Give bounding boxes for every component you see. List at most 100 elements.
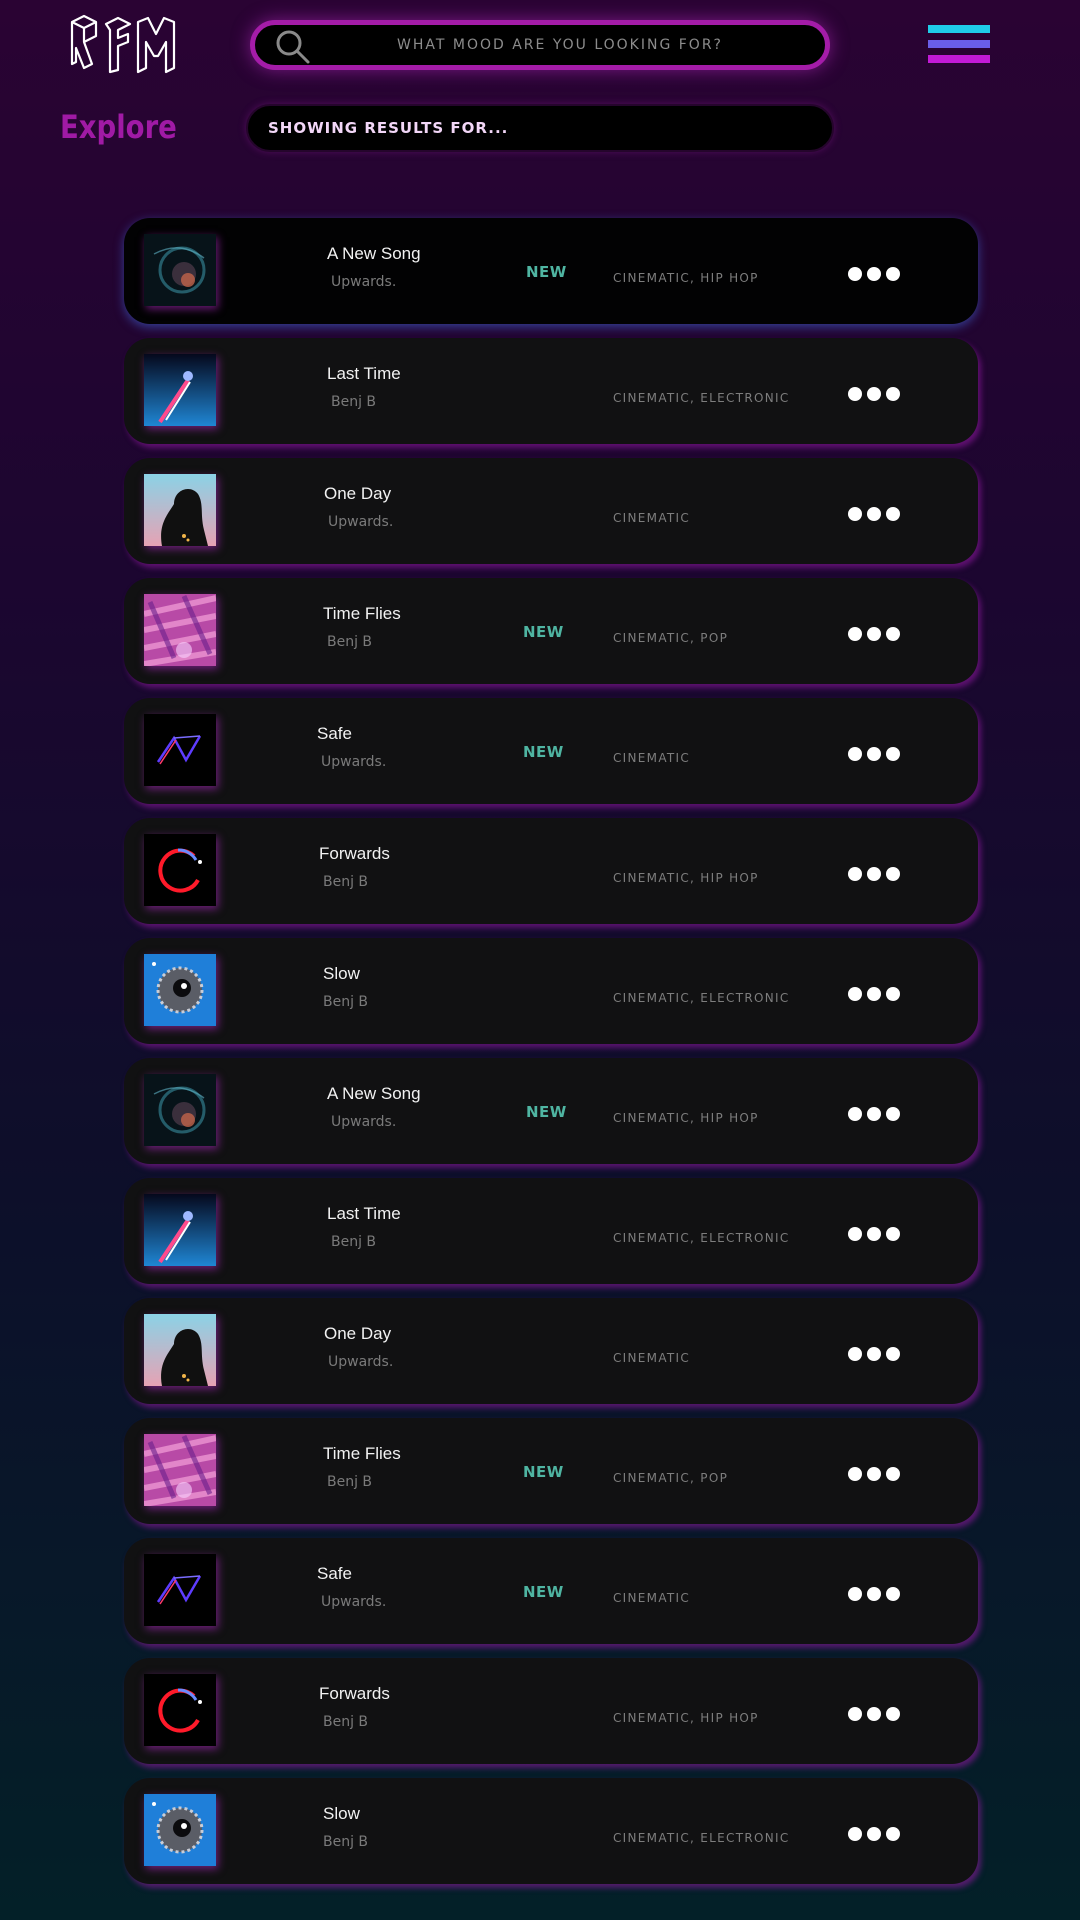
- more-options-icon[interactable]: [848, 1107, 900, 1121]
- track-row[interactable]: Safe Upwards. NEW CINEMATIC: [124, 698, 978, 804]
- more-options-icon[interactable]: [848, 867, 900, 881]
- track-title[interactable]: Last Time: [327, 364, 401, 384]
- dot: [848, 267, 862, 281]
- track-title[interactable]: One Day: [324, 484, 391, 504]
- track-artist[interactable]: Upwards.: [331, 274, 396, 290]
- track-row[interactable]: Slow Benj B CINEMATIC, ELECTRONIC: [124, 1778, 978, 1884]
- track-genres: CINEMATIC, ELECTRONIC: [613, 1231, 790, 1245]
- track-row[interactable]: Time Flies Benj B NEW CINEMATIC, POP: [124, 578, 978, 684]
- dot: [848, 1707, 862, 1721]
- hamburger-menu-icon[interactable]: [928, 25, 990, 73]
- track-artist[interactable]: Benj B: [323, 874, 368, 890]
- album-cover[interactable]: [144, 1794, 216, 1866]
- more-options-icon[interactable]: [848, 987, 900, 1001]
- album-cover[interactable]: [144, 1674, 216, 1746]
- album-cover[interactable]: [144, 1194, 216, 1266]
- album-cover[interactable]: [144, 594, 216, 666]
- track-artist[interactable]: Benj B: [327, 634, 372, 650]
- album-cover[interactable]: [144, 714, 216, 786]
- album-cover[interactable]: [144, 234, 216, 306]
- track-title[interactable]: A New Song: [327, 1084, 421, 1104]
- more-options-icon[interactable]: [848, 1827, 900, 1841]
- track-title[interactable]: Safe: [317, 724, 352, 744]
- dot: [886, 867, 900, 881]
- track-row[interactable]: One Day Upwards. CINEMATIC: [124, 1298, 978, 1404]
- track-artist[interactable]: Benj B: [323, 1714, 368, 1730]
- track-title[interactable]: Time Flies: [323, 1444, 401, 1464]
- track-artist[interactable]: Upwards.: [328, 514, 393, 530]
- track-title[interactable]: Time Flies: [323, 604, 401, 624]
- track-title[interactable]: Slow: [323, 1804, 360, 1824]
- track-title[interactable]: Slow: [323, 964, 360, 984]
- album-cover[interactable]: [144, 1434, 216, 1506]
- track-genres: CINEMATIC, ELECTRONIC: [613, 391, 790, 405]
- album-cover[interactable]: [144, 1074, 216, 1146]
- track-genres: CINEMATIC: [613, 1351, 691, 1365]
- track-genres: CINEMATIC, POP: [613, 1471, 729, 1485]
- track-artist[interactable]: Benj B: [327, 1474, 372, 1490]
- more-options-icon[interactable]: [848, 1227, 900, 1241]
- new-badge: NEW: [526, 1103, 567, 1121]
- more-options-icon[interactable]: [848, 1467, 900, 1481]
- more-options-icon[interactable]: [848, 507, 900, 521]
- track-artist[interactable]: Benj B: [331, 394, 376, 410]
- track-row[interactable]: Slow Benj B CINEMATIC, ELECTRONIC: [124, 938, 978, 1044]
- track-artist[interactable]: Benj B: [323, 994, 368, 1010]
- track-artist[interactable]: Upwards.: [328, 1354, 393, 1370]
- track-row[interactable]: Safe Upwards. NEW CINEMATIC: [124, 1538, 978, 1644]
- album-cover[interactable]: [144, 354, 216, 426]
- search-input[interactable]: [325, 25, 795, 65]
- track-row[interactable]: Last Time Benj B CINEMATIC, ELECTRONIC: [124, 1178, 978, 1284]
- app-logo[interactable]: [70, 14, 180, 74]
- track-title[interactable]: Forwards: [319, 1684, 390, 1704]
- track-row[interactable]: Time Flies Benj B NEW CINEMATIC, POP: [124, 1418, 978, 1524]
- track-row[interactable]: Forwards Benj B CINEMATIC, HIP HOP: [124, 818, 978, 924]
- track-title[interactable]: One Day: [324, 1324, 391, 1344]
- track-row[interactable]: Last Time Benj B CINEMATIC, ELECTRONIC: [124, 338, 978, 444]
- track-title[interactable]: Safe: [317, 1564, 352, 1584]
- more-options-icon[interactable]: [848, 387, 900, 401]
- dot: [848, 1827, 862, 1841]
- track-artist[interactable]: Upwards.: [331, 1114, 396, 1130]
- track-title[interactable]: A New Song: [327, 244, 421, 264]
- track-artist[interactable]: Upwards.: [321, 1594, 386, 1610]
- track-row[interactable]: Forwards Benj B CINEMATIC, HIP HOP: [124, 1658, 978, 1764]
- new-badge: NEW: [523, 1583, 564, 1601]
- results-bar: SHOWING RESULTS FOR...: [246, 104, 834, 152]
- track-genres: CINEMATIC, HIP HOP: [613, 871, 759, 885]
- album-cover[interactable]: [144, 834, 216, 906]
- track-artist[interactable]: Benj B: [331, 1234, 376, 1250]
- track-artist[interactable]: Benj B: [323, 1834, 368, 1850]
- track-row[interactable]: A New Song Upwards. NEW CINEMATIC, HIP HOP: [124, 218, 978, 324]
- dot: [867, 987, 881, 1001]
- search-icon[interactable]: [275, 29, 311, 65]
- dot: [886, 507, 900, 521]
- track-title[interactable]: Forwards: [319, 844, 390, 864]
- dot: [867, 1707, 881, 1721]
- track-title[interactable]: Last Time: [327, 1204, 401, 1224]
- track-artist[interactable]: Upwards.: [321, 754, 386, 770]
- new-badge: NEW: [523, 1463, 564, 1481]
- dot: [886, 1227, 900, 1241]
- dot: [867, 267, 881, 281]
- more-options-icon[interactable]: [848, 627, 900, 641]
- album-cover[interactable]: [144, 1314, 216, 1386]
- more-options-icon[interactable]: [848, 1587, 900, 1601]
- album-cover[interactable]: [144, 954, 216, 1026]
- more-options-icon[interactable]: [848, 1347, 900, 1361]
- dot: [867, 1587, 881, 1601]
- album-cover[interactable]: [144, 1554, 216, 1626]
- dot: [867, 1107, 881, 1121]
- track-genres: CINEMATIC: [613, 751, 691, 765]
- track-row[interactable]: A New Song Upwards. NEW CINEMATIC, HIP HOP: [124, 1058, 978, 1164]
- dot: [848, 1107, 862, 1121]
- more-options-icon[interactable]: [848, 1707, 900, 1721]
- page-title: Explore: [60, 108, 177, 146]
- track-row[interactable]: One Day Upwards. CINEMATIC: [124, 458, 978, 564]
- more-options-icon[interactable]: [848, 747, 900, 761]
- dot: [848, 1467, 862, 1481]
- more-options-icon[interactable]: [848, 267, 900, 281]
- search-bar[interactable]: [250, 20, 830, 70]
- track-genres: CINEMATIC, POP: [613, 631, 729, 645]
- album-cover[interactable]: [144, 474, 216, 546]
